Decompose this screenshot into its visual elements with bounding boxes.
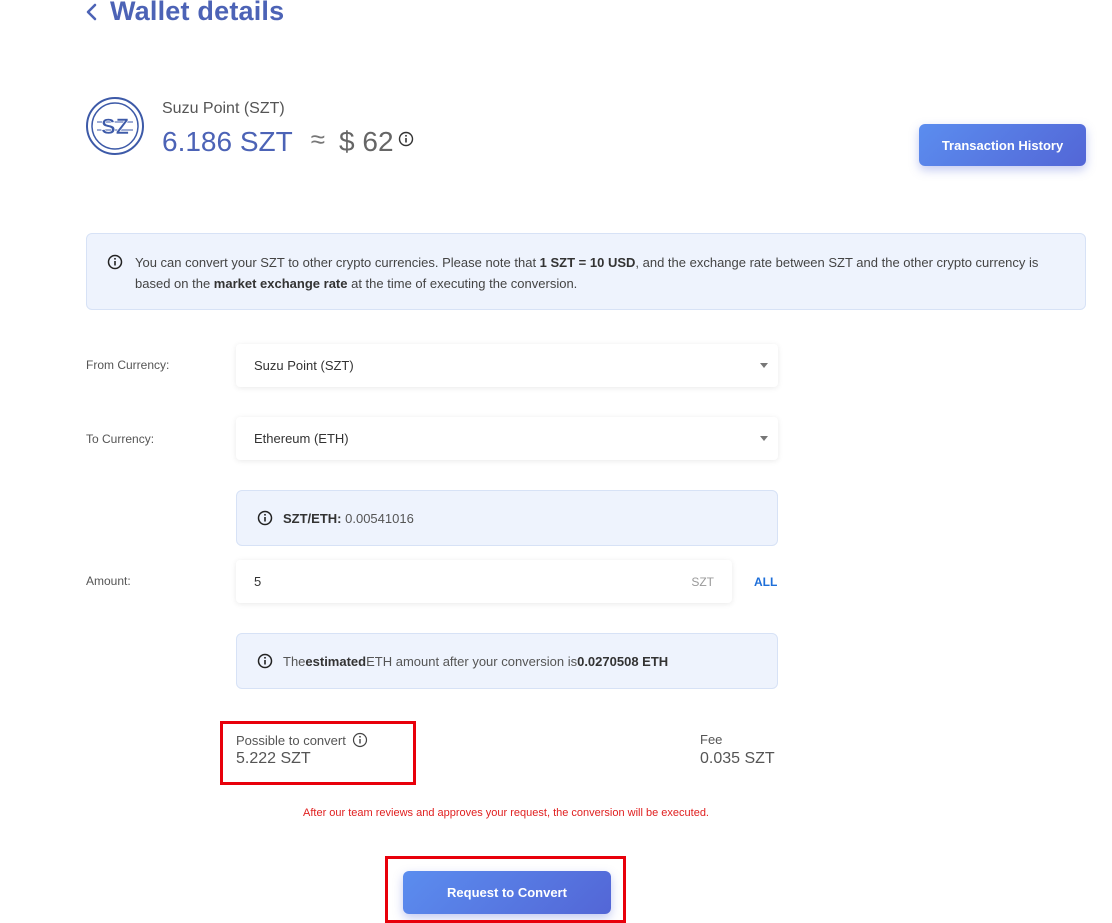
caret-down-icon	[760, 436, 768, 441]
caret-down-icon	[760, 363, 768, 368]
wallet-details-page: Wallet details SZ Suzu Point (SZT) 6.186…	[0, 0, 1112, 923]
page-title: Wallet details	[110, 0, 285, 26]
estimate-text: The	[283, 653, 306, 669]
amount-unit: SZT	[691, 575, 714, 589]
exchange-rate-box: SZT/ETH: 0.00541016	[236, 490, 778, 546]
estimate-bold: estimated	[305, 653, 367, 669]
to-currency-select[interactable]: Ethereum (ETH)	[236, 417, 778, 460]
review-warning: After our team reviews and approves your…	[303, 807, 709, 819]
estimate-box: The estimated ETH amount after your conv…	[236, 633, 778, 689]
highlight-box	[385, 856, 626, 923]
from-currency-value: Suzu Point (SZT)	[254, 358, 354, 373]
balance-row: 6.186 SZT ≈ $ 62	[162, 123, 414, 158]
info-icon	[107, 254, 123, 270]
fee-value: 0.035 SZT	[700, 750, 775, 767]
info-icon	[257, 653, 273, 669]
info-icon[interactable]	[398, 131, 414, 147]
transaction-history-button[interactable]: Transaction History	[919, 124, 1086, 166]
notice-rate: 1 SZT = 10 USD	[539, 255, 636, 270]
to-currency-value: Ethereum (ETH)	[254, 431, 349, 446]
notice-market-rate: market exchange rate	[213, 276, 348, 291]
from-currency-select[interactable]: Suzu Point (SZT)	[236, 344, 778, 387]
svg-text:SZ: SZ	[101, 114, 129, 139]
all-amount-link[interactable]: ALL	[754, 575, 777, 589]
balance-usd: $ 62	[339, 126, 394, 157]
amount-field: SZT	[236, 560, 732, 603]
conversion-notice: You can convert your SZT to other crypto…	[86, 233, 1086, 310]
estimate-eth-amount: 0.0270508 ETH	[577, 653, 669, 669]
amount-label: Amount:	[86, 574, 131, 588]
notice-text: You can convert your SZT to other crypto…	[135, 255, 540, 270]
coin-name: Suzu Point (SZT)	[162, 100, 285, 117]
chevron-left-icon	[86, 3, 97, 20]
from-currency-label: From Currency:	[86, 358, 170, 372]
highlight-box	[220, 721, 416, 785]
balance-amount: 6.186 SZT	[162, 126, 293, 157]
fee-label: Fee	[700, 732, 723, 747]
to-currency-label: To Currency:	[86, 432, 155, 446]
approx-symbol: ≈	[310, 123, 326, 154]
rate-value: 0.00541016	[345, 510, 414, 526]
amount-input[interactable]	[236, 560, 666, 603]
back-link[interactable]: Wallet details	[84, 0, 284, 27]
info-icon	[257, 510, 273, 526]
szt-coin-logo-icon: SZ	[86, 97, 144, 155]
notice-text: at the time of executing the conversion.	[347, 276, 578, 291]
estimate-text: ETH amount after your conversion is	[366, 653, 578, 669]
rate-label: SZT/ETH:	[283, 510, 342, 526]
